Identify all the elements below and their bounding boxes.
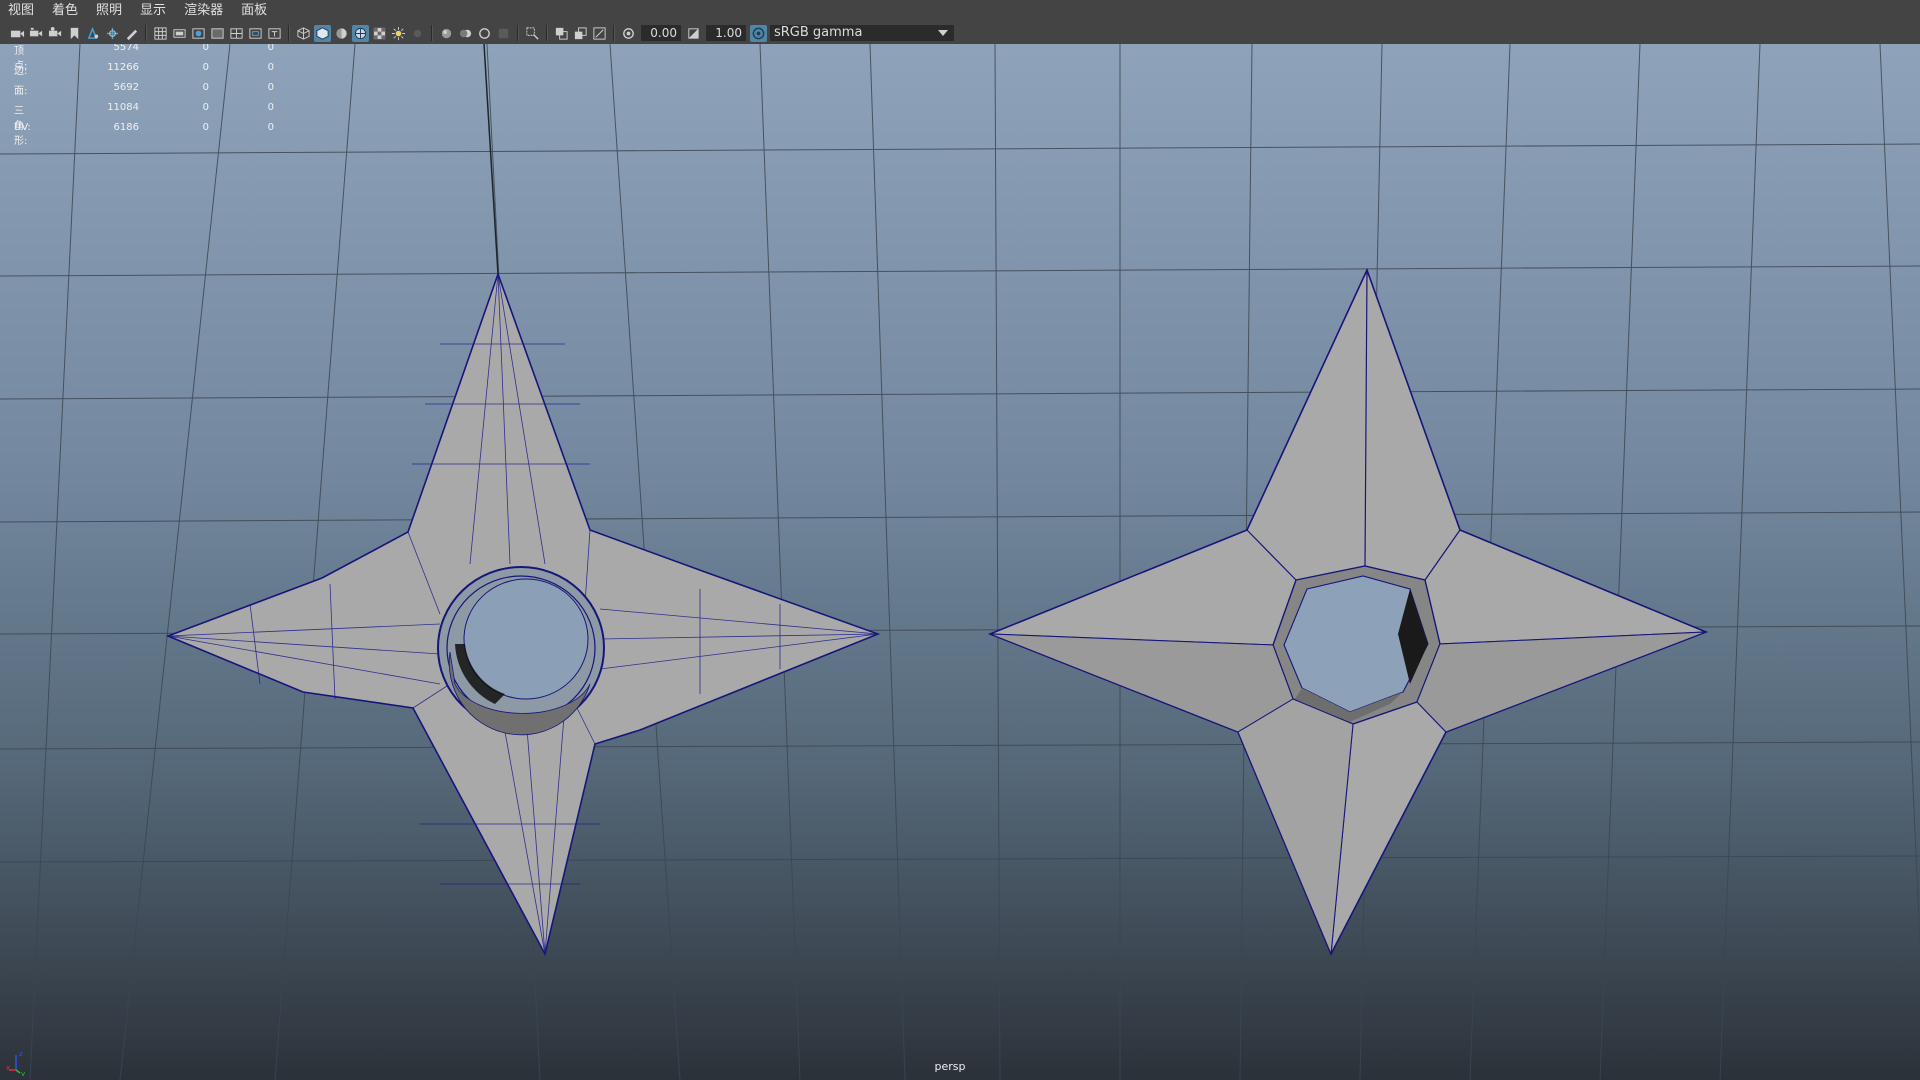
toolbar-separator: [288, 25, 290, 41]
hud-label: UV:: [14, 122, 31, 133]
panel-menu-bar: 视图 着色 照明 显示 渲染器 面板: [0, 0, 1920, 22]
hud-value: 0: [267, 102, 274, 113]
isolate-select-icon[interactable]: [524, 25, 541, 42]
hud-label: 边:: [14, 66, 28, 77]
axis-y-label: y: [21, 1070, 25, 1076]
camera-name-label: persp: [934, 1060, 966, 1073]
ambient-occlusion-icon[interactable]: [438, 25, 455, 42]
textured-icon[interactable]: [371, 25, 388, 42]
shuriken-mesh-low-poly[interactable]: [987, 267, 1709, 956]
toolbar-separator: [613, 25, 615, 41]
grease-pencil-icon[interactable]: [123, 25, 140, 42]
wireframe-on-shaded-icon[interactable]: [352, 24, 369, 42]
hud-value: 0: [202, 82, 209, 93]
grid-icon[interactable]: [152, 25, 169, 42]
menu-panels[interactable]: 面板: [232, 0, 276, 22]
gamma-icon[interactable]: [685, 25, 702, 42]
view-transform-icon[interactable]: [750, 24, 767, 42]
exposure-field[interactable]: 0.00: [641, 25, 681, 41]
bookmark-camera-icon[interactable]: [47, 25, 64, 42]
bookmark-icon[interactable]: [66, 25, 83, 42]
3d-viewport[interactable]: 顶点: 5574 0 0 边: 11266 0 0 面: 5692 0 0 三角…: [0, 44, 1920, 1080]
axis-z-label: z: [19, 1050, 23, 1058]
menu-lighting[interactable]: 照明: [87, 0, 131, 22]
panel-toolbar: 0.00 1.00 sRGB gamma: [0, 22, 1920, 45]
toolbar-separator: [431, 25, 433, 41]
smooth-shade-all-icon[interactable]: [314, 24, 331, 42]
toolbar-separator: [517, 25, 519, 41]
hud-value: 0: [202, 122, 209, 133]
gate-mask-icon[interactable]: [209, 25, 226, 42]
color-space-select[interactable]: sRGB gamma: [770, 25, 954, 41]
hud-label: 面:: [14, 86, 28, 97]
resolution-gate-icon[interactable]: [190, 25, 207, 42]
two-d-pan-zoom-icon[interactable]: [104, 25, 121, 42]
hud-value: 6186: [113, 122, 139, 133]
safe-action-icon[interactable]: [247, 25, 264, 42]
axis-gizmo-icon: x z y: [6, 1050, 25, 1076]
wireframe-icon[interactable]: [295, 25, 312, 42]
chevron-down-icon: [938, 30, 948, 36]
use-all-lights-icon[interactable]: [390, 25, 407, 42]
hud-value: 0: [267, 44, 274, 53]
toolbar-separator: [546, 25, 548, 41]
gamma-field[interactable]: 1.00: [706, 25, 746, 41]
hud-value: 11266: [107, 62, 139, 73]
xray-joints-icon[interactable]: [591, 25, 608, 42]
exposure-icon[interactable]: [620, 25, 637, 42]
select-camera-icon[interactable]: [9, 25, 26, 42]
hud-value: 0: [202, 44, 209, 53]
menu-shading[interactable]: 着色: [43, 0, 87, 22]
hud-value: 11084: [107, 102, 139, 113]
motion-blur-icon[interactable]: [457, 25, 474, 42]
axis-x-label: x: [6, 1064, 10, 1072]
toolbar-separator: [145, 25, 147, 41]
ground-grid: [0, 44, 1920, 1080]
shuriken-mesh-smoothed[interactable]: [165, 271, 881, 957]
maya-viewport-panel: 视图 着色 照明 显示 渲染器 面板 0.00 1.00 sRGB gamma …: [0, 0, 1920, 1080]
shadows-icon[interactable]: [409, 25, 426, 42]
menu-renderer[interactable]: 渲染器: [175, 0, 232, 22]
film-gate-icon[interactable]: [171, 25, 188, 42]
field-chart-icon[interactable]: [228, 25, 245, 42]
hud-value: 5574: [113, 44, 139, 53]
xray-icon[interactable]: [553, 25, 570, 42]
hud-value: 0: [267, 62, 274, 73]
viewport-scene: [0, 44, 1920, 1080]
hud-value: 0: [202, 62, 209, 73]
image-plane-icon[interactable]: [85, 25, 102, 42]
menu-show[interactable]: 显示: [131, 0, 175, 22]
multisample-antialiasing-icon[interactable]: [476, 25, 493, 42]
hud-value: 0: [267, 122, 274, 133]
hud-value: 0: [267, 82, 274, 93]
xray-active-components-icon[interactable]: [572, 25, 589, 42]
use-default-material-icon[interactable]: [333, 25, 350, 42]
hud-value: 0: [202, 102, 209, 113]
camera-attributes-icon[interactable]: [28, 25, 45, 42]
color-space-value: sRGB gamma: [774, 25, 863, 40]
hud-value: 5692: [113, 82, 139, 93]
depth-of-field-icon[interactable]: [495, 25, 512, 42]
safe-title-icon[interactable]: [266, 25, 283, 42]
grid-axis-line: [483, 44, 499, 275]
menu-view[interactable]: 视图: [0, 0, 43, 22]
